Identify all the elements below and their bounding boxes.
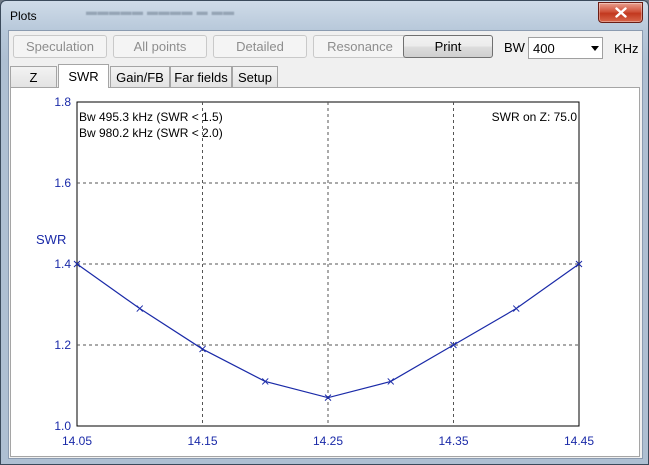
y-axis-label: SWR	[36, 232, 66, 247]
bw-info-line-2: Bw 980.2 kHz (SWR < 2.0)	[79, 126, 223, 140]
bw-select-value: 400	[533, 41, 555, 56]
resonance-button[interactable]: Resonance	[313, 35, 407, 58]
tab-gain-fb[interactable]: Gain/FB	[110, 66, 170, 87]
y-tick-label: 1.0	[54, 419, 71, 433]
x-tick-label: 14.05	[62, 434, 92, 448]
tab-setup[interactable]: Setup	[232, 66, 278, 87]
close-icon	[614, 7, 627, 18]
y-tick-label: 1.8	[54, 95, 71, 109]
y-tick-labels: 1.0 1.2 1.4 1.6 1.8	[54, 95, 71, 433]
bw-select[interactable]: 400	[528, 37, 603, 59]
close-button[interactable]	[598, 2, 643, 23]
background-window-ghost: ▬▬▬▬▬ ▬▬▬▬ ▬ ▬▬	[86, 6, 235, 18]
window-title: Plots	[10, 9, 37, 23]
x-tick-label: 14.15	[187, 434, 217, 448]
dropdown-arrow-icon	[591, 46, 599, 51]
x-tick-label: 14.45	[564, 434, 594, 448]
swr-chart: 1.0 1.2 1.4 1.6 1.8 14.05 14.15 14.25 14.35 14.4…	[36, 95, 594, 448]
x-tick-label: 14.35	[438, 434, 468, 448]
bw-info-line-1: Bw 495.3 kHz (SWR < 1.5)	[79, 110, 223, 124]
y-tick-label: 1.2	[54, 338, 71, 352]
tab-far-fields[interactable]: Far fields	[170, 66, 232, 87]
client-area: Speculation All points Detailed Resonanc…	[8, 30, 643, 459]
speculation-button[interactable]: Speculation	[13, 35, 107, 58]
tab-swr[interactable]: SWR	[58, 64, 109, 88]
tab-z[interactable]: Z	[10, 66, 57, 87]
title-bar[interactable]: Plots ▬▬▬▬▬ ▬▬▬▬ ▬ ▬▬	[1, 1, 648, 31]
bw-label: BW	[504, 40, 525, 55]
print-button[interactable]: Print	[403, 35, 493, 58]
plots-window: Plots ▬▬▬▬▬ ▬▬▬▬ ▬ ▬▬ Speculation All po…	[0, 0, 649, 465]
y-tick-label: 1.6	[54, 176, 71, 190]
x-tick-label: 14.25	[313, 434, 343, 448]
swr-plot-panel: 1.0 1.2 1.4 1.6 1.8 14.05 14.15 14.25 14.35 14.4…	[10, 87, 640, 457]
detailed-button[interactable]: Detailed	[213, 35, 307, 58]
bw-unit-label: KHz	[614, 41, 639, 56]
x-tick-labels: 14.05 14.15 14.25 14.35 14.45	[62, 434, 594, 448]
all-points-button[interactable]: All points	[113, 35, 207, 58]
y-tick-label: 1.4	[54, 257, 71, 271]
swr-on-z-label: SWR on Z: 75.0	[492, 110, 578, 124]
